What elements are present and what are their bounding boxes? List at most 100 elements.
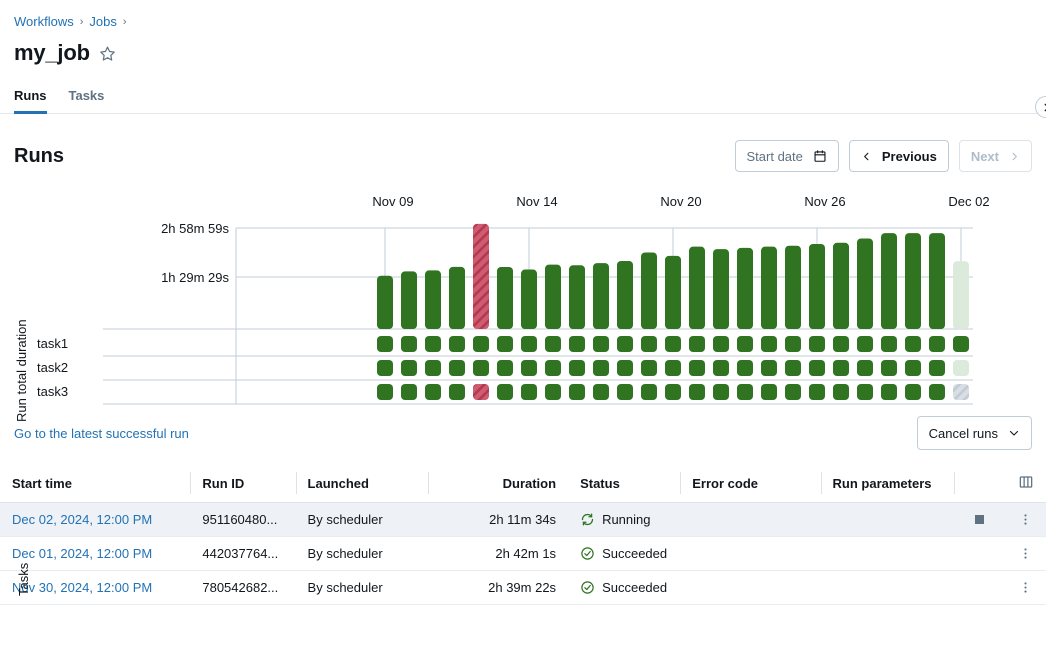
breadcrumb-item-jobs[interactable]: Jobs	[89, 14, 116, 30]
task-run-cell[interactable]	[449, 336, 465, 352]
task-run-cell[interactable]	[905, 384, 921, 400]
task-run-cell[interactable]	[425, 336, 441, 352]
run-duration-bar[interactable]	[401, 271, 417, 329]
task-run-cell[interactable]	[809, 336, 825, 352]
task-run-cell[interactable]	[569, 384, 585, 400]
task-run-cell[interactable]	[929, 360, 945, 376]
task-run-cell[interactable]	[545, 360, 561, 376]
table-row[interactable]: Nov 30, 2024, 12:00 PM 780542682... By s…	[0, 571, 1046, 605]
run-duration-bar[interactable]	[761, 247, 777, 329]
previous-button[interactable]: Previous	[849, 140, 949, 172]
task-run-cell[interactable]	[545, 384, 561, 400]
run-duration-bar[interactable]	[641, 252, 657, 329]
task-run-cell[interactable]	[905, 360, 921, 376]
run-duration-bar[interactable]	[833, 243, 849, 329]
run-duration-bar[interactable]	[785, 246, 801, 329]
task-run-cell[interactable]	[857, 384, 873, 400]
task-run-cell[interactable]	[473, 360, 489, 376]
task-run-cell[interactable]	[593, 360, 609, 376]
tab-runs[interactable]: Runs	[14, 82, 47, 114]
kebab-menu-icon[interactable]	[1018, 512, 1033, 527]
column-header-launched[interactable]: Launched	[296, 468, 428, 503]
run-duration-bar[interactable]	[425, 270, 441, 329]
run-duration-bar[interactable]	[617, 261, 633, 329]
run-duration-bar[interactable]	[545, 265, 561, 329]
latest-successful-run-link[interactable]: Go to the latest successful run	[14, 426, 189, 441]
task-run-cell[interactable]	[497, 336, 513, 352]
next-button[interactable]: Next	[959, 140, 1032, 172]
start-time-link[interactable]: Nov 30, 2024, 12:00 PM	[12, 580, 152, 595]
run-duration-bar[interactable]	[665, 256, 681, 329]
run-duration-bar[interactable]	[569, 265, 585, 329]
task-run-cell[interactable]	[497, 360, 513, 376]
task-run-cell[interactable]	[737, 360, 753, 376]
column-header-start-time[interactable]: Start time	[0, 468, 190, 503]
task-run-cell[interactable]	[425, 360, 441, 376]
tab-tasks[interactable]: Tasks	[69, 82, 105, 114]
run-duration-bar[interactable]	[689, 247, 705, 329]
task-run-cell[interactable]	[953, 360, 969, 376]
task-run-cell[interactable]	[809, 384, 825, 400]
task-run-cell[interactable]	[377, 360, 393, 376]
run-duration-bar[interactable]	[905, 233, 921, 329]
table-row[interactable]: Dec 01, 2024, 12:00 PM 442037764... By s…	[0, 537, 1046, 571]
task-run-cell[interactable]	[785, 336, 801, 352]
task-run-cell[interactable]	[905, 336, 921, 352]
task-run-cell[interactable]	[401, 384, 417, 400]
column-header-run-parameters[interactable]: Run parameters	[821, 468, 954, 503]
task-run-cell[interactable]	[689, 360, 705, 376]
task-run-cell[interactable]	[617, 360, 633, 376]
column-header-run-id[interactable]: Run ID	[190, 468, 295, 503]
task-run-cell[interactable]	[665, 360, 681, 376]
run-duration-bar[interactable]	[737, 248, 753, 329]
task-run-cell[interactable]	[569, 360, 585, 376]
task-run-cell[interactable]	[449, 360, 465, 376]
task-run-cell[interactable]	[713, 384, 729, 400]
stop-run-button[interactable]	[975, 515, 984, 524]
task-run-cell[interactable]	[809, 360, 825, 376]
task-run-cell[interactable]	[785, 360, 801, 376]
task-run-cell[interactable]	[833, 360, 849, 376]
task-run-cell[interactable]	[857, 336, 873, 352]
task-run-cell[interactable]	[401, 336, 417, 352]
run-duration-bar[interactable]	[593, 263, 609, 329]
task-run-cell[interactable]	[761, 360, 777, 376]
table-row[interactable]: Dec 02, 2024, 12:00 PM 951160480... By s…	[0, 503, 1046, 537]
task-run-cell[interactable]	[761, 336, 777, 352]
task-run-cell[interactable]	[785, 384, 801, 400]
task-run-cell[interactable]	[569, 336, 585, 352]
task-run-cell[interactable]	[929, 384, 945, 400]
task-run-cell[interactable]	[401, 360, 417, 376]
task-run-cell[interactable]	[641, 384, 657, 400]
star-outline-icon[interactable]	[99, 45, 116, 62]
run-duration-bar[interactable]	[713, 249, 729, 329]
task-run-cell[interactable]	[881, 336, 897, 352]
task-run-cell[interactable]	[665, 384, 681, 400]
run-duration-bar[interactable]	[497, 267, 513, 329]
task-run-cell[interactable]	[641, 336, 657, 352]
task-run-cell[interactable]	[761, 384, 777, 400]
task-run-cell[interactable]	[881, 384, 897, 400]
column-header-error-code[interactable]: Error code	[680, 468, 820, 503]
task-run-cell[interactable]	[521, 336, 537, 352]
task-run-cell[interactable]	[377, 384, 393, 400]
task-run-cell[interactable]	[665, 336, 681, 352]
task-run-cell[interactable]	[521, 384, 537, 400]
column-header-status[interactable]: Status	[568, 468, 680, 503]
run-duration-bar[interactable]	[881, 233, 897, 329]
run-duration-bar[interactable]	[809, 244, 825, 329]
task-run-cell[interactable]	[689, 336, 705, 352]
task-run-cell[interactable]	[881, 360, 897, 376]
start-date-button[interactable]: Start date	[735, 140, 839, 172]
run-duration-bar[interactable]	[521, 270, 537, 329]
task-run-cell[interactable]	[737, 336, 753, 352]
task-run-cell[interactable]	[377, 336, 393, 352]
run-duration-bar[interactable]	[473, 224, 489, 329]
start-time-link[interactable]: Dec 02, 2024, 12:00 PM	[12, 512, 152, 527]
run-duration-bar[interactable]	[857, 238, 873, 329]
task-run-cell[interactable]	[713, 336, 729, 352]
column-header-duration[interactable]: Duration	[428, 468, 568, 503]
task-run-cell[interactable]	[713, 360, 729, 376]
task-run-cell[interactable]	[833, 336, 849, 352]
task-run-cell[interactable]	[473, 384, 489, 400]
